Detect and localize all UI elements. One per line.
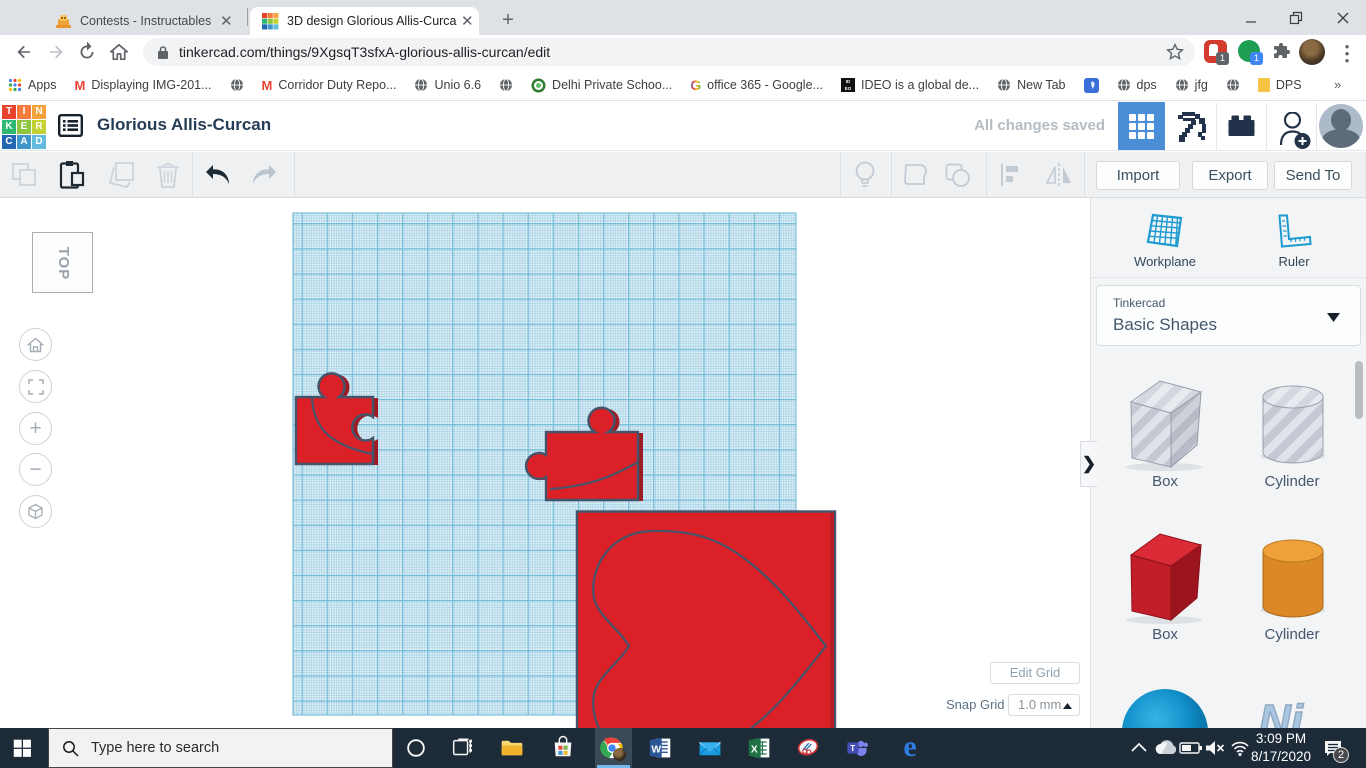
svg-text:W: W <box>651 744 661 755</box>
svg-text:T: T <box>850 744 855 753</box>
svg-text:X: X <box>751 744 758 755</box>
